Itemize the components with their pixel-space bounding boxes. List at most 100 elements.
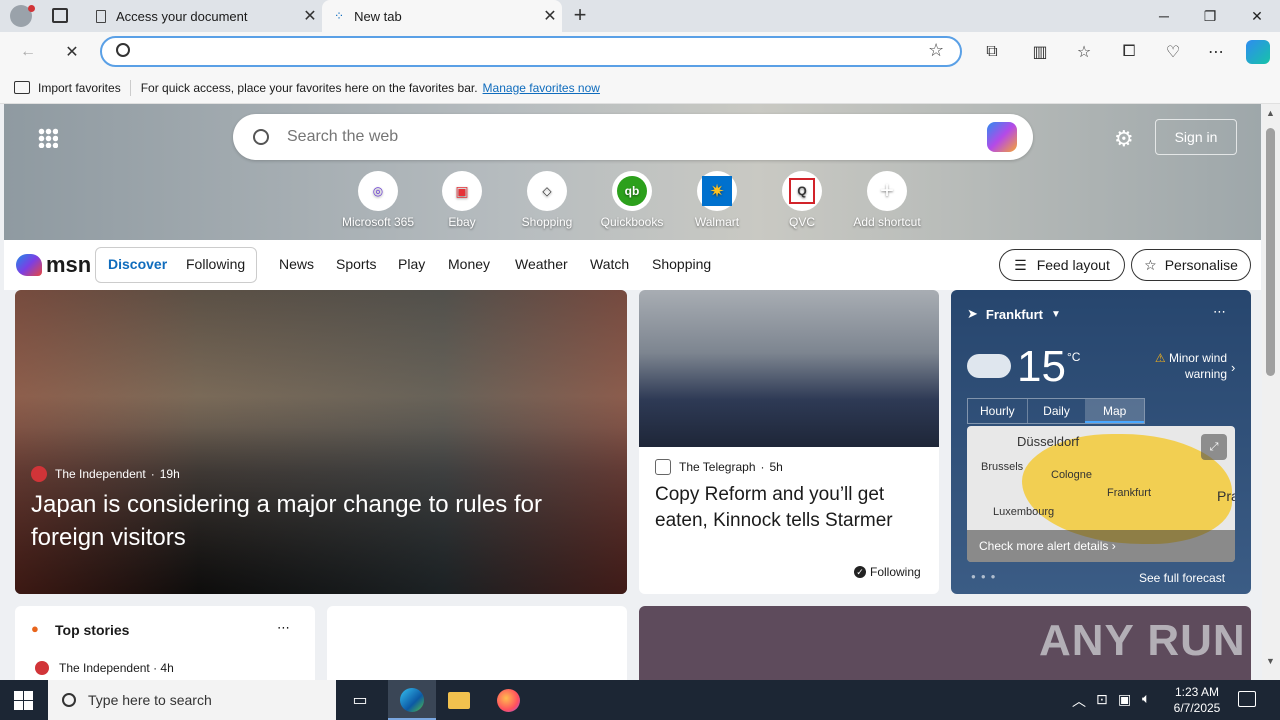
notifications-icon[interactable]: [1238, 691, 1256, 707]
independent-logo-icon: [35, 661, 49, 675]
anyrun-watermark: ANY RUN: [1039, 616, 1246, 665]
tab-label: New tab: [354, 8, 402, 24]
document-icon: [96, 9, 106, 23]
more-menu-icon[interactable]: ⋯: [1204, 40, 1228, 64]
copilot-icon[interactable]: [1246, 40, 1270, 64]
settings-gear-icon[interactable]: ⚙: [1114, 126, 1134, 152]
web-search-input[interactable]: [287, 128, 967, 146]
split-screen-icon[interactable]: ▥: [1028, 40, 1052, 64]
volume-icon[interactable]: 🔈︎: [1142, 690, 1150, 707]
nav-sports[interactable]: Sports: [336, 256, 376, 272]
shortcut-quickbooks[interactable]: qb Quickbooks: [587, 171, 677, 229]
collections-icon[interactable]: ⧠: [1117, 40, 1141, 64]
favorites-icon[interactable]: ☆: [1072, 40, 1096, 64]
tab-map[interactable]: Map: [1085, 399, 1145, 423]
personalise-button[interactable]: ☆ Personalise: [1131, 249, 1251, 281]
page-scrollbar[interactable]: ▲ ▼: [1262, 104, 1280, 680]
story-card[interactable]: The Telegraph · 5h Copy Reform and you’l…: [639, 290, 939, 594]
top-stories-title[interactable]: Top stories: [55, 622, 129, 638]
feed-layout-button[interactable]: ☰ Feed layout: [999, 249, 1125, 281]
minimize-button[interactable]: ─: [1141, 0, 1187, 32]
copilot-search-icon[interactable]: [987, 122, 1017, 152]
tab-discover[interactable]: Discover: [108, 256, 167, 272]
new-tab-button[interactable]: +: [568, 2, 592, 30]
weather-more-icon[interactable]: ⋯: [1213, 304, 1226, 320]
ethernet-icon[interactable]: ▣: [1118, 691, 1131, 708]
clock[interactable]: 1:23 AM 6/7/2025: [1168, 684, 1226, 716]
see-full-forecast-link[interactable]: See full forecast: [1139, 571, 1225, 585]
nav-shopping[interactable]: Shopping: [652, 256, 711, 272]
back-button[interactable]: ←: [16, 40, 40, 64]
close-tab-icon[interactable]: ✕: [298, 6, 322, 26]
msn-logo[interactable]: msn: [16, 252, 91, 278]
import-favorites-button[interactable]: Import favorites: [38, 81, 121, 95]
browser-essentials-icon[interactable]: ♡: [1161, 40, 1185, 64]
shortcut-add[interactable]: + Add shortcut: [842, 171, 932, 229]
tab-actions-icon[interactable]: [52, 8, 68, 23]
expand-map-icon[interactable]: ⤢: [1201, 434, 1227, 460]
network-icon[interactable]: ⊡: [1096, 691, 1108, 708]
shortcut-microsoft365[interactable]: ◎ Microsoft 365: [333, 171, 423, 229]
alert-details-link[interactable]: Check more alert details ›: [967, 530, 1235, 562]
nav-weather[interactable]: Weather: [515, 256, 568, 272]
following-label: Following: [870, 565, 921, 579]
file-explorer-icon[interactable]: [448, 692, 470, 709]
location-row[interactable]: ➤ Frankfurt ▼: [967, 306, 1061, 322]
shortcut-ebay[interactable]: ▣ Ebay: [417, 171, 507, 229]
sign-in-button[interactable]: Sign in: [1155, 119, 1237, 155]
windows-start-icon[interactable]: [14, 691, 33, 710]
apps-launcher-icon[interactable]: [38, 128, 58, 148]
featured-story-card[interactable]: The Independent · 19h Japan is consideri…: [15, 290, 627, 594]
scroll-up-icon[interactable]: ▲: [1266, 108, 1275, 118]
edge-logo-icon: [400, 688, 424, 712]
task-view-icon[interactable]: ▭: [350, 690, 370, 710]
shortcut-walmart[interactable]: ✷ Walmart: [672, 171, 762, 229]
stop-loading-button[interactable]: ✕: [60, 40, 84, 64]
telegraph-logo-icon: [655, 459, 671, 475]
shortcut-qvc[interactable]: Q QVC: [757, 171, 847, 229]
taskbar: Type here to search ▭ ︿ ⊡ ▣ 🔈︎ 1:23 AM 6…: [0, 680, 1280, 720]
scrollbar-thumb[interactable]: [1266, 128, 1275, 376]
tab-following[interactable]: Following: [186, 256, 245, 272]
firefox-icon[interactable]: [497, 689, 520, 712]
show-hidden-icons[interactable]: ︿: [1072, 691, 1086, 711]
nav-play[interactable]: Play: [398, 256, 425, 272]
tab-daily[interactable]: Daily: [1026, 399, 1086, 423]
nav-money[interactable]: Money: [448, 256, 490, 272]
independent-logo-icon: [31, 466, 47, 482]
tab-access-document[interactable]: Access your document ✕: [84, 0, 322, 32]
tab-hourly[interactable]: Hourly: [968, 399, 1027, 423]
close-tab-icon[interactable]: ✕: [538, 6, 562, 26]
story-headline[interactable]: Japan is considering a major change to r…: [31, 488, 591, 554]
tab-new-tab[interactable]: ⁘ New tab ✕: [322, 0, 562, 32]
manage-favorites-link[interactable]: Manage favorites now: [483, 81, 600, 95]
chevron-right-icon[interactable]: ›: [1231, 360, 1235, 375]
weather-map[interactable]: Düsseldorf Brussels Cologne Frankfurt Lu…: [967, 426, 1235, 562]
favorite-star-icon[interactable]: ☆: [928, 40, 944, 61]
edge-taskbar-icon[interactable]: [388, 680, 436, 720]
story-age: 19h: [159, 467, 180, 481]
weather-card[interactable]: ➤ Frankfurt ▼ ⋯ 15 °C ⚠ Minor wind warni…: [951, 290, 1251, 594]
location-arrow-icon: ➤: [967, 306, 978, 321]
dot-separator: ·: [150, 467, 155, 481]
scroll-down-icon[interactable]: ▼: [1266, 656, 1275, 666]
web-search-box[interactable]: [233, 114, 1033, 160]
url-input[interactable]: [138, 42, 918, 62]
favorites-bar: Import favorites For quick access, place…: [0, 72, 1280, 104]
nav-watch[interactable]: Watch: [590, 256, 629, 272]
taskbar-search-box[interactable]: Type here to search: [48, 680, 336, 720]
restore-button[interactable]: ❐: [1187, 0, 1233, 32]
qvc-icon: Q: [782, 171, 822, 211]
warning-row[interactable]: ⚠ Minor wind warning: [1137, 350, 1227, 382]
top-stories-more-icon[interactable]: ⋯: [277, 620, 290, 636]
video-card[interactable]: ANY RUN: [639, 606, 1251, 680]
shortcut-shopping[interactable]: ◇ Shopping: [502, 171, 592, 229]
story-headline[interactable]: Copy Reform and you’ll get eaten, Kinnoc…: [655, 482, 925, 534]
plus-icon: +: [867, 171, 907, 211]
map-label: Cologne: [1051, 469, 1092, 481]
extensions-icon[interactable]: ⧉: [980, 40, 1004, 64]
nav-news[interactable]: News: [279, 256, 314, 272]
close-window-button[interactable]: ✕: [1234, 0, 1280, 32]
url-field-wrapper[interactable]: ☆: [100, 36, 962, 67]
map-label: Luxembourg: [993, 506, 1055, 518]
